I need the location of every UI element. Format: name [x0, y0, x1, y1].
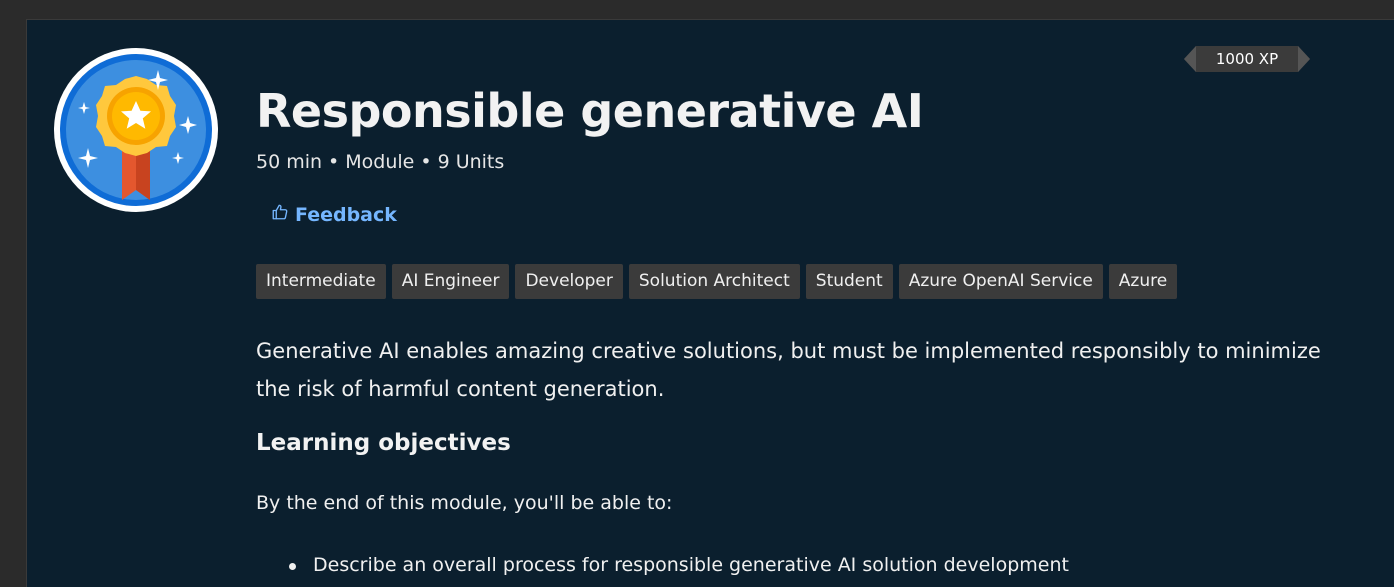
objective-text: Describe an overall process for responsi… [313, 554, 1069, 576]
tag-intermediate[interactable]: Intermediate [256, 264, 386, 299]
award-medal-icon [54, 48, 218, 212]
module-description: Generative AI enables amazing creative s… [256, 339, 1321, 401]
objectives-list: Describe an overall process for responsi… [289, 554, 1069, 576]
tag-list: Intermediate AI Engineer Developer Solut… [256, 264, 1178, 299]
units-text: 9 Units [437, 151, 505, 173]
xp-badge: 1000 XP [1184, 46, 1310, 72]
objectives-intro: By the end of this module, you'll be abl… [256, 492, 673, 514]
tag-solution-architect[interactable]: Solution Architect [628, 264, 800, 299]
duration-text: 50 min [256, 151, 323, 173]
module-meta: 50 min • Module • 9 Units [256, 151, 504, 173]
separator-dot: • [420, 151, 432, 173]
bullet-icon [289, 563, 296, 570]
tag-azure-openai-service[interactable]: Azure OpenAI Service [898, 264, 1103, 299]
thumbs-up-icon [271, 203, 289, 226]
tag-developer[interactable]: Developer [515, 264, 623, 299]
objectives-heading: Learning objectives [256, 430, 511, 456]
module-type-text: Module [345, 151, 415, 173]
tag-student[interactable]: Student [805, 264, 893, 299]
tag-ai-engineer[interactable]: AI Engineer [391, 264, 510, 299]
feedback-button[interactable]: Feedback [271, 203, 397, 226]
feedback-label: Feedback [295, 203, 397, 226]
page-title: Responsible generative AI [256, 84, 924, 138]
module-panel: 1000 XP Responsible generative AI 50 min… [26, 19, 1394, 587]
separator-dot: • [328, 151, 340, 173]
list-item: Describe an overall process for responsi… [289, 554, 1069, 576]
xp-label: 1000 XP [1215, 50, 1279, 68]
tag-azure[interactable]: Azure [1108, 264, 1178, 299]
